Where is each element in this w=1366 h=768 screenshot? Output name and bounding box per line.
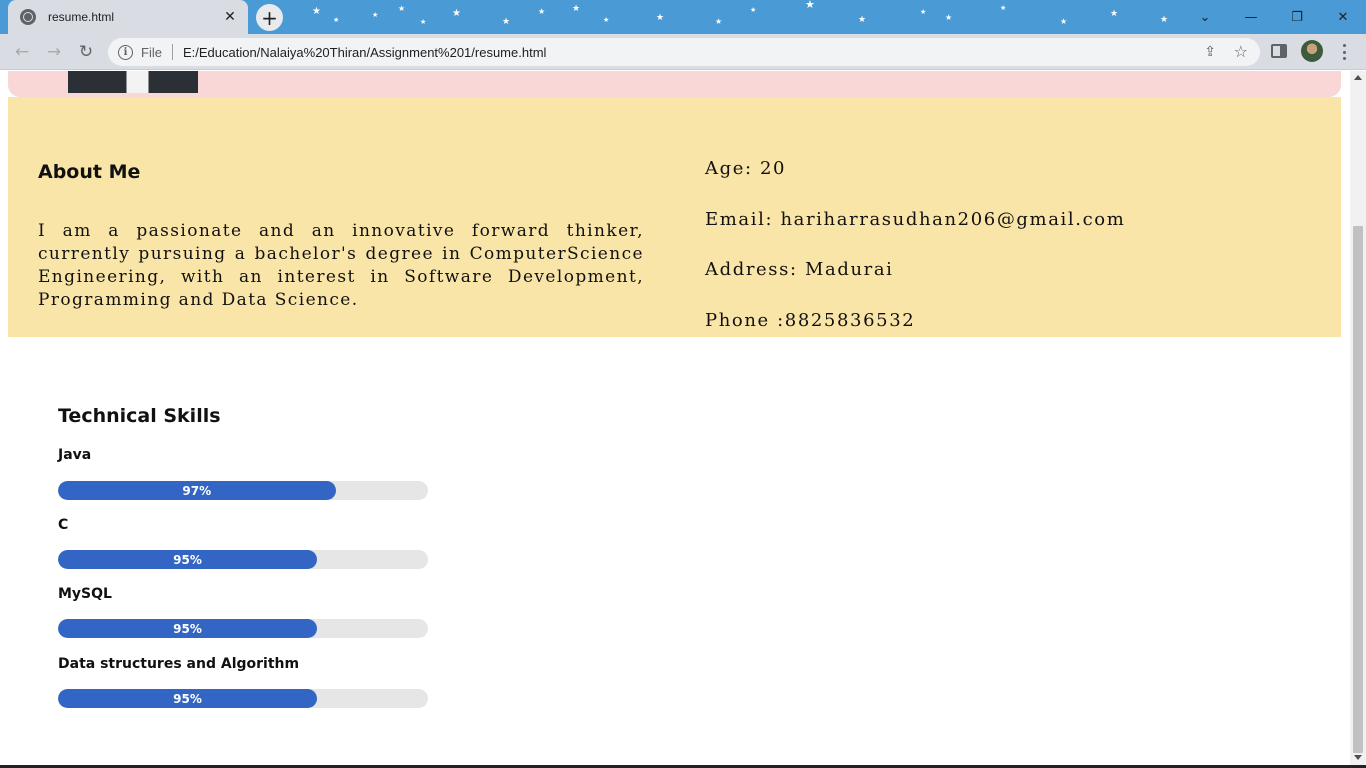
- contact-phone: Phone :8825836532: [705, 310, 916, 331]
- share-icon[interactable]: ⇪: [1204, 44, 1216, 60]
- bookmark-star-icon[interactable]: ☆: [1234, 42, 1248, 61]
- minimize-button[interactable]: —: [1228, 0, 1274, 34]
- svg-text:★: ★: [312, 6, 321, 17]
- svg-text:★: ★: [420, 18, 426, 26]
- skill-bar-fill: 95%: [58, 619, 317, 638]
- svg-text:★: ★: [805, 0, 815, 11]
- globe-icon: [20, 9, 36, 25]
- scrollbar-thumb[interactable]: [1353, 226, 1363, 753]
- reload-button[interactable]: ↻: [74, 40, 98, 64]
- skill-name: Data structures and Algorithm: [58, 656, 300, 672]
- skill-bar-track: 97%: [58, 481, 428, 500]
- tab-search-chevron-icon[interactable]: ⌄: [1182, 0, 1228, 34]
- svg-text:★: ★: [1160, 15, 1168, 25]
- skill-bar-track: 95%: [58, 550, 428, 569]
- tab-strip: ★ ★ ★ ★ ★ ★ ★ ★ ★ ★ ★ ★ ★ ★ ★ ★ ★ ★ ★ ★ ★ resume.h…: [0, 0, 1366, 34]
- about-section: About Me I am a passionate and an innova…: [8, 97, 1341, 337]
- back-button[interactable]: ←: [10, 40, 34, 64]
- skill-bar-fill: 95%: [58, 689, 317, 708]
- skill-bar-track: 95%: [58, 689, 428, 708]
- url-text[interactable]: E:/Education/Nalaiya%20Thiran/Assignment…: [183, 45, 546, 60]
- contact-email: Email: hariharrasudhan206@gmail.com: [705, 209, 1126, 230]
- contact-age: Age: 20: [705, 158, 787, 179]
- svg-text:★: ★: [945, 13, 952, 22]
- svg-text:★: ★: [333, 16, 339, 24]
- close-window-button[interactable]: ✕: [1320, 0, 1366, 34]
- svg-text:★: ★: [1000, 4, 1006, 12]
- scroll-down-arrow-icon[interactable]: [1354, 755, 1362, 760]
- svg-text:★: ★: [750, 6, 756, 14]
- svg-text:★: ★: [1060, 17, 1067, 26]
- skill-name: MySQL: [58, 586, 112, 602]
- svg-text:★: ★: [538, 7, 545, 16]
- skill-name: C: [58, 517, 69, 533]
- scroll-up-arrow-icon[interactable]: [1354, 75, 1362, 80]
- close-tab-icon[interactable]: ✕: [222, 9, 238, 25]
- skill-bar-track: 95%: [58, 619, 428, 638]
- skill-name: Java: [58, 447, 92, 463]
- svg-text:★: ★: [858, 15, 866, 25]
- new-tab-button[interactable]: +: [256, 4, 283, 31]
- browser-toolbar: ← → ↻ i File E:/Education/Nalaiya%20Thir…: [0, 34, 1366, 70]
- page-viewport: About Me I am a passionate and an innova…: [0, 71, 1350, 768]
- browser-menu-icon[interactable]: [1336, 42, 1352, 62]
- site-info-icon[interactable]: i: [118, 44, 133, 60]
- svg-text:★: ★: [715, 17, 722, 26]
- svg-text:★: ★: [372, 11, 378, 19]
- vertical-scrollbar[interactable]: [1350, 71, 1366, 768]
- svg-text:★: ★: [502, 17, 510, 27]
- profile-avatar[interactable]: [1301, 40, 1323, 62]
- svg-text:★: ★: [572, 4, 580, 14]
- svg-text:★: ★: [452, 8, 461, 19]
- address-separator: [171, 44, 173, 60]
- file-scheme-label: File: [141, 44, 162, 60]
- svg-text:★: ★: [656, 13, 664, 23]
- restore-button[interactable]: ❐: [1274, 0, 1320, 34]
- svg-text:★: ★: [603, 16, 609, 24]
- profile-photo: [68, 71, 198, 93]
- resume-header-band: [8, 71, 1341, 97]
- contact-address: Address: Madurai: [705, 259, 894, 280]
- forward-button[interactable]: →: [42, 40, 66, 64]
- side-panel-icon[interactable]: [1271, 44, 1287, 58]
- about-heading: About Me: [38, 161, 141, 183]
- tab-title: resume.html: [48, 10, 115, 24]
- svg-text:★: ★: [920, 8, 926, 16]
- skill-bar-fill: 95%: [58, 550, 317, 569]
- address-bar[interactable]: i File E:/Education/Nalaiya%20Thiran/Ass…: [108, 38, 1260, 66]
- skill-bar-fill: 97%: [58, 481, 336, 500]
- svg-text:★: ★: [398, 4, 405, 13]
- skills-heading: Technical Skills: [58, 405, 221, 427]
- browser-tab[interactable]: resume.html ✕: [8, 0, 248, 34]
- about-text: I am a passionate and an innovative forw…: [38, 221, 644, 310]
- svg-text:★: ★: [1110, 9, 1118, 19]
